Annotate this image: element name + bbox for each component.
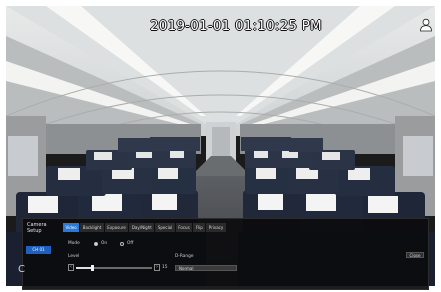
d-range-select[interactable]: Normal [175, 265, 237, 271]
level-increase-button[interactable]: › [154, 264, 160, 271]
camera-setup-panel: Camera Setup CH 01 C Video Backlight Exp… [18, 218, 429, 290]
partial-letter: C [18, 264, 25, 275]
level-label: Level [68, 254, 80, 259]
mode-off-radio[interactable] [120, 242, 124, 246]
channel-selector[interactable]: CH 01 [26, 246, 51, 254]
timestamp: 2019-01-01 01:10:25 PM [150, 18, 322, 34]
user-icon[interactable] [419, 18, 433, 32]
tab-flip[interactable]: Flip [193, 223, 206, 232]
settings-tabs: Video Backlight Exposure Day/Night Speci… [63, 223, 226, 232]
close-button[interactable]: Close [406, 252, 424, 258]
mode-off-label: Off [127, 241, 134, 246]
d-range-label: D-Range [175, 254, 194, 259]
level-decrease-button[interactable]: ‹ [68, 264, 74, 271]
tab-special[interactable]: Special [155, 223, 175, 232]
mode-label: Mode [68, 241, 80, 246]
panel-title: Camera Setup [27, 222, 57, 234]
tab-video[interactable]: Video [63, 223, 80, 232]
level-slider-fill [76, 267, 93, 269]
tab-backlight[interactable]: Backlight [80, 223, 104, 232]
tab-day-night[interactable]: Day/Night [129, 223, 155, 232]
mode-on-label: On [101, 241, 108, 246]
tab-focus[interactable]: Focus [175, 223, 193, 232]
mode-on-radio[interactable] [94, 242, 98, 246]
tab-privacy[interactable]: Privacy [206, 223, 226, 232]
level-slider-handle[interactable] [91, 265, 95, 271]
level-slider-track[interactable] [76, 265, 152, 271]
camera-setup-sidebar: Camera Setup CH 01 C [18, 219, 57, 289]
tab-exposure[interactable]: Exposure [104, 223, 129, 232]
panel-title-line2: Setup [27, 228, 42, 234]
level-slider[interactable]: ‹ › [68, 264, 160, 272]
level-value: 15 [162, 265, 168, 270]
